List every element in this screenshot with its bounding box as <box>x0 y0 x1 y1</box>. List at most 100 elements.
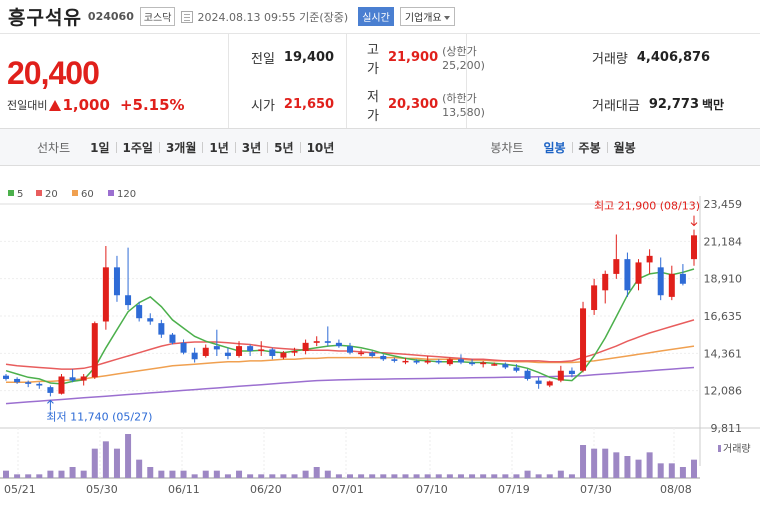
y-tick-label: 21,184 <box>704 235 743 248</box>
open-value: 21,650 <box>283 97 335 112</box>
period-1y[interactable]: 1년 <box>203 139 234 156</box>
candle-body <box>313 341 320 343</box>
volume-bar <box>480 474 487 478</box>
x-tick-label: 07/10 <box>416 483 448 496</box>
candle-body <box>469 362 476 365</box>
period-1d[interactable]: 1일 <box>84 139 115 156</box>
x-tick-label: 06/20 <box>250 483 282 496</box>
volume-bar <box>602 448 609 478</box>
volume-bar <box>691 459 697 478</box>
candle-body <box>302 342 309 352</box>
candle-body <box>480 362 487 365</box>
company-info-label: 기업개요 <box>404 13 442 24</box>
volume-bar <box>91 448 98 478</box>
candle-body <box>113 267 120 296</box>
volume-bar <box>258 474 265 478</box>
candle-body <box>646 255 653 263</box>
legend-label: 20 <box>45 189 58 200</box>
stock-code: 024060 <box>87 10 134 23</box>
amount-unit: 백만 <box>702 98 725 112</box>
x-tick-label: 06/11 <box>168 483 200 496</box>
volume-bar <box>491 474 498 478</box>
volume-bar <box>469 474 476 478</box>
volume-bar <box>158 470 165 478</box>
volume-bar <box>591 448 598 478</box>
current-price: 20,400 <box>7 55 100 91</box>
candle-body <box>236 346 243 356</box>
realtime-button[interactable]: 실시간 <box>358 7 394 26</box>
candle-body <box>691 235 697 260</box>
period-3m[interactable]: 3개월 <box>160 139 202 156</box>
volume-bar <box>47 470 54 478</box>
max-arrow-icon <box>690 215 698 227</box>
quote-grid: 전일 19,400 고가 21,900 (상한가 25,200) 거래량 4,406,8… <box>229 34 760 128</box>
y-tick-label: 9,811 <box>711 422 743 435</box>
period-5y[interactable]: 5년 <box>268 139 299 156</box>
prev-close-label: 전일 <box>251 52 275 67</box>
volume-bar <box>213 470 220 478</box>
candle-body <box>202 347 209 356</box>
volume-bar <box>202 470 209 478</box>
period-3y[interactable]: 3년 <box>236 139 267 156</box>
period-10y[interactable]: 10년 <box>301 139 341 156</box>
volume-bar <box>446 474 453 478</box>
volume-bar <box>347 474 353 478</box>
y-tick-label: 14,361 <box>704 347 743 360</box>
prev-close: 전일 19,400 <box>229 34 346 81</box>
high-value: 21,900 <box>387 50 439 65</box>
x-tick-label: 07/30 <box>580 483 612 496</box>
candle-body <box>457 359 464 363</box>
candle-body <box>679 273 686 284</box>
volume-bar <box>269 474 276 478</box>
candle-body <box>213 346 220 350</box>
stock-name: 흥구석유 <box>8 7 82 29</box>
ma5-line <box>5 268 695 385</box>
company-info-button[interactable]: 기업개요 <box>399 7 455 26</box>
volume-bar <box>580 445 587 478</box>
candle-monthly[interactable]: 월봉 <box>608 139 642 156</box>
candle-body <box>358 352 365 355</box>
volume-label: 거래량 <box>592 52 628 67</box>
timestamp: 2024.08.13 09:55 기준(장중) <box>197 10 349 24</box>
volume: 거래량 4,406,876 <box>466 34 760 81</box>
x-tick-label: 07/01 <box>332 483 364 496</box>
candle-daily[interactable]: 일봉 <box>537 139 571 156</box>
legend-label: 5 <box>17 189 23 200</box>
volume-bar <box>624 456 631 478</box>
candle-body <box>91 323 98 378</box>
volume-bar <box>236 470 243 478</box>
amount-value: 92,773 <box>648 97 700 112</box>
volume-bar <box>180 470 187 478</box>
open-label: 시가 <box>251 99 275 114</box>
volume-bar <box>435 474 442 478</box>
candle-body <box>169 334 176 343</box>
x-tick-label: 05/21 <box>4 483 36 496</box>
candle-body <box>47 387 54 393</box>
candle-body <box>58 376 65 394</box>
price-summary: 20,400 전일대비 1,000 +5.15% <box>0 34 229 128</box>
volume-bar <box>557 470 564 478</box>
volume-bar <box>679 467 686 478</box>
volume-bar <box>668 463 675 478</box>
up-triangle-icon <box>49 99 62 111</box>
candle-body <box>568 370 575 375</box>
candle-body <box>591 285 598 311</box>
legend-label: 60 <box>81 189 94 200</box>
candle-body <box>657 267 664 296</box>
candle-body <box>391 359 398 361</box>
period-1w[interactable]: 1주일 <box>117 139 159 156</box>
volume-bar <box>613 452 620 478</box>
chevron-down-icon <box>443 16 450 20</box>
candle-body <box>435 360 442 363</box>
volume-bar <box>25 474 32 478</box>
candle-body <box>380 355 387 360</box>
y-tick-label: 18,910 <box>704 273 743 286</box>
high-label: 고가 <box>367 42 379 77</box>
candle-weekly[interactable]: 주봉 <box>573 139 607 156</box>
candle-body <box>446 359 453 365</box>
candle-body <box>424 360 431 363</box>
candle-body <box>624 259 631 291</box>
max-annotation: 최고 21,900 (08/13) <box>594 200 700 213</box>
volume-bar <box>69 467 76 478</box>
volume-bar <box>147 467 154 478</box>
